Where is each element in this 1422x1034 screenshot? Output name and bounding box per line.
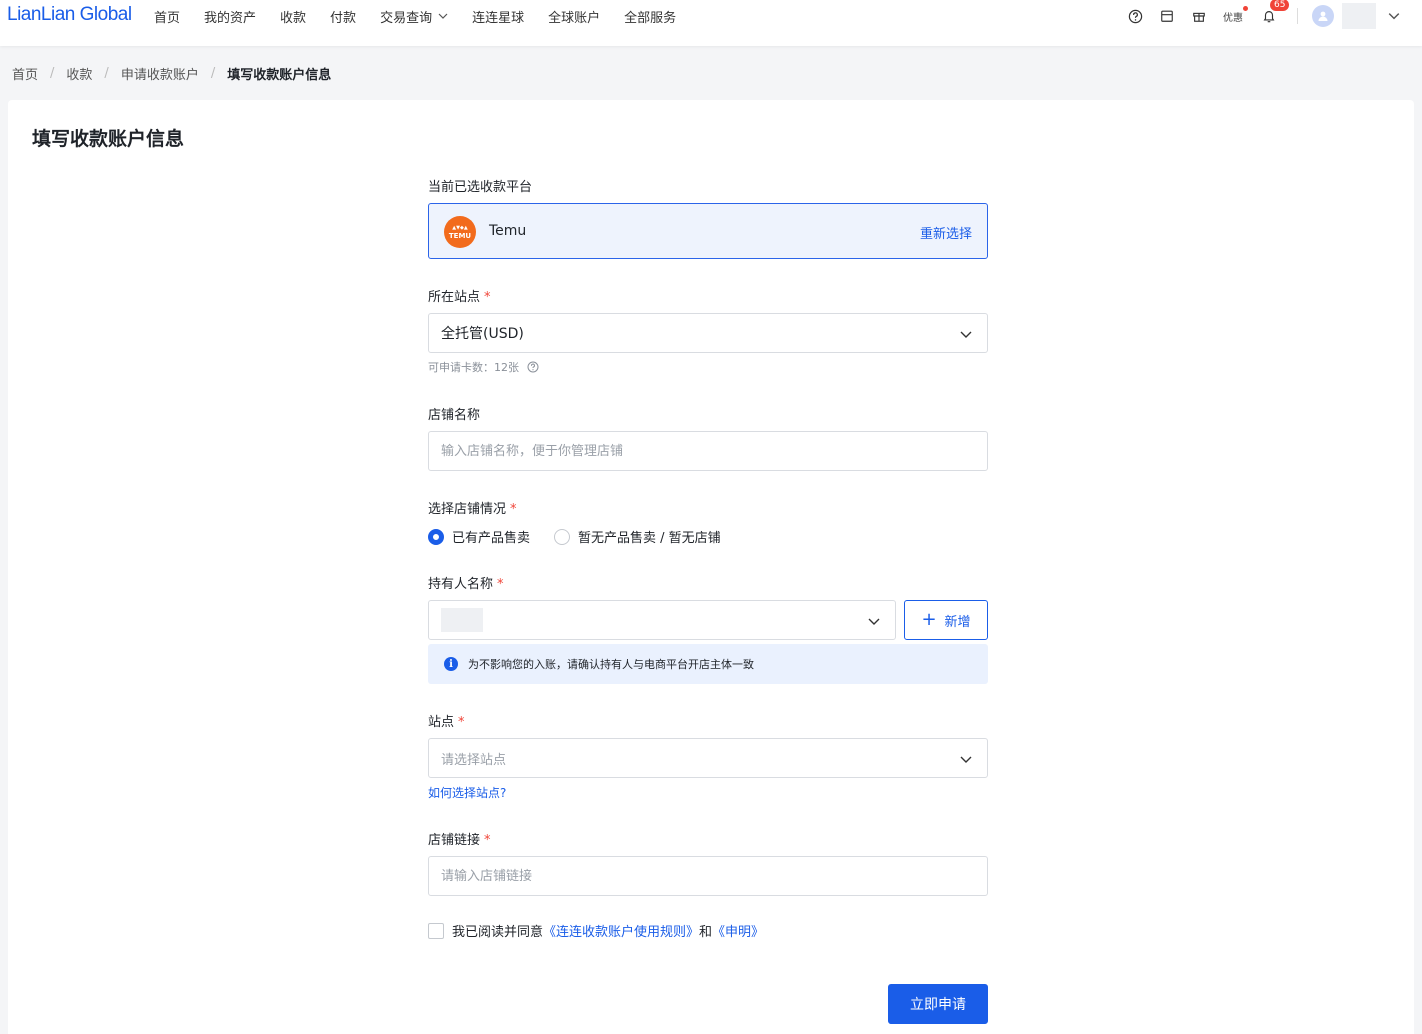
breadcrumb-separator: / [210, 66, 216, 81]
top-right-tools: 优惠 65 [1127, 0, 1422, 32]
rules-link[interactable]: 《连连收款账户使用规则》 [543, 921, 699, 940]
statement-link[interactable]: 《申明》 [712, 921, 764, 940]
reselect-platform-link[interactable]: 重新选择 [920, 223, 972, 242]
breadcrumb-separator: / [104, 66, 109, 81]
chevron-down-icon [868, 618, 880, 625]
submit-button[interactable]: 立即申请 [888, 984, 988, 1024]
coupon-dot [1243, 5, 1248, 11]
card-quota-hint: 可申请卡数：12张 [428, 359, 539, 375]
radio-no-products[interactable] [554, 528, 571, 545]
holder-info-alert: i 为不影响您的入账，请确认持有人与电商平台开店主体一致 [428, 644, 988, 684]
notification-badge: 65 [1270, 0, 1290, 11]
help-icon[interactable] [1127, 8, 1143, 24]
page-title: 填写收款账户信息 [32, 128, 185, 150]
shop-status-label: 选择店铺情况 * [428, 502, 517, 517]
nav-item-receive[interactable]: 收款 [280, 7, 306, 26]
nav-item-transactions[interactable]: 交易查询 [380, 7, 448, 26]
chevron-down-icon [960, 331, 972, 338]
breadcrumb-home[interactable]: 首页 [12, 64, 38, 83]
agreement-row: 我已阅读并同意 《连连收款账户使用规则》 和 《申明》 [428, 921, 764, 940]
chevron-down-icon [438, 13, 448, 19]
holder-select[interactable] [428, 600, 896, 640]
coupon-link[interactable]: 优惠 [1223, 5, 1248, 24]
required-mark: * [497, 577, 504, 592]
holder-label: 持有人名称 * [428, 577, 504, 592]
temu-logo: ▲▼◆▲ TEMU [444, 216, 476, 248]
breadcrumb-receive[interactable]: 收款 [66, 64, 92, 83]
lianlian-logo[interactable]: LianLian Global [7, 4, 132, 26]
selected-platform-box: ▲▼◆▲ TEMU Temu 重新选择 [428, 203, 988, 259]
radio-no-products-label[interactable]: 暂无产品售卖 / 暂无店铺 [578, 527, 721, 546]
top-navbar: LianLian Global 首页 我的资产 收款 付款 交易查询 连连星球 … [0, 0, 1422, 46]
nav-item-all-services[interactable]: 全部服务 [624, 7, 676, 26]
chevron-down-icon [960, 756, 972, 763]
nav-item-global-account[interactable]: 全球账户 [548, 7, 600, 26]
shop-link-input[interactable] [428, 856, 988, 896]
form-card: 填写收款账户信息 当前已选收款平台 ▲▼◆▲ TEMU Temu 重新选择 所在站… [8, 100, 1414, 1034]
question-icon[interactable] [527, 361, 539, 373]
nav-item-lianlian-planet[interactable]: 连连星球 [472, 7, 524, 26]
breadcrumb: 首页 / 收款 / 申请收款账户 / 填写收款账户信息 [12, 64, 331, 83]
holder-name-redacted [441, 608, 483, 632]
user-name-redacted [1342, 3, 1376, 29]
required-mark: * [484, 833, 491, 848]
station-label: 站点 * [428, 715, 465, 730]
nav-item-pay[interactable]: 付款 [330, 7, 356, 26]
required-mark: * [510, 502, 517, 517]
breadcrumb-separator: / [50, 66, 55, 81]
main-nav: 首页 我的资产 收款 付款 交易查询 连连星球 全球账户 全部服务 [154, 0, 700, 32]
agreement-checkbox[interactable] [428, 922, 444, 939]
add-holder-button[interactable]: + 新增 [904, 600, 988, 640]
platform-name: Temu [489, 223, 527, 239]
divider [1297, 8, 1298, 24]
shop-link-label: 店铺链接 * [428, 833, 491, 848]
site-select[interactable]: 全托管(USD) [428, 313, 988, 353]
gift-icon[interactable] [1191, 8, 1207, 24]
shop-name-input[interactable] [428, 431, 988, 471]
avatar[interactable] [1312, 5, 1334, 27]
required-mark: * [484, 290, 491, 305]
shop-name-label: 店铺名称 [428, 408, 481, 423]
plus-icon: + [921, 609, 937, 630]
radio-has-products[interactable] [428, 528, 444, 545]
how-to-choose-station-link[interactable]: 如何选择站点? [428, 784, 506, 801]
chevron-down-icon[interactable] [1388, 10, 1400, 22]
required-mark: * [458, 715, 465, 730]
bell-icon[interactable]: 65 [1261, 0, 1290, 24]
calendar-icon[interactable] [1159, 8, 1175, 24]
station-select[interactable]: 请选择站点 [428, 738, 988, 778]
site-label: 所在站点 * [428, 290, 491, 305]
breadcrumb-apply-account[interactable]: 申请收款账户 [121, 64, 199, 83]
shop-status-radio-group: 已有产品售卖 暂无产品售卖 / 暂无店铺 [428, 527, 745, 546]
radio-has-products-label[interactable]: 已有产品售卖 [452, 527, 530, 546]
nav-item-home[interactable]: 首页 [154, 7, 180, 26]
platform-label: 当前已选收款平台 [428, 180, 533, 195]
nav-item-my-assets[interactable]: 我的资产 [204, 7, 256, 26]
info-icon: i [444, 657, 458, 671]
breadcrumb-current: 填写收款账户信息 [227, 68, 332, 83]
